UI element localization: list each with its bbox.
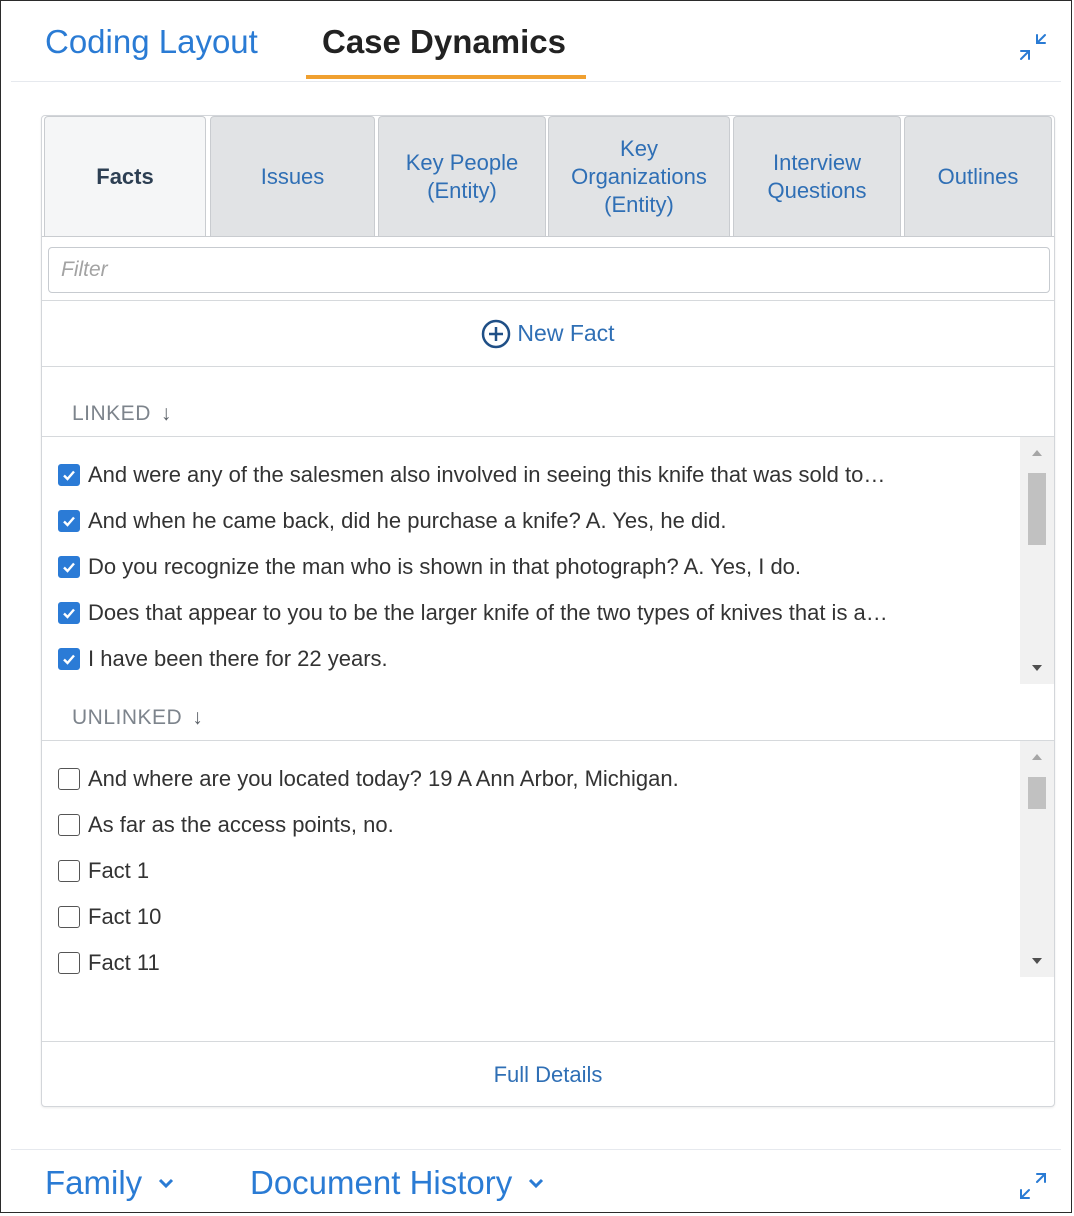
chevron-down-icon: [529, 1178, 544, 1189]
list-item[interactable]: I have been there for 22 years.: [58, 639, 388, 679]
checkbox[interactable]: [58, 464, 80, 486]
case-dynamics-window: Coding Layout Case Dynamics Facts Issues…: [0, 0, 1072, 1213]
list-item[interactable]: And where are you located today? 19 A An…: [58, 759, 679, 799]
checkbox[interactable]: [58, 510, 80, 532]
check-icon: [63, 608, 75, 619]
new-fact-button[interactable]: New Fact: [42, 301, 1054, 366]
collapse-icon[interactable]: [1017, 31, 1049, 63]
scroll-down-icon[interactable]: [1020, 654, 1054, 684]
unlinked-label: UNLINKED: [72, 706, 183, 729]
family-dropdown[interactable]: Family: [45, 1164, 174, 1202]
filter-input[interactable]: [48, 247, 1050, 293]
subtab-key-people[interactable]: Key People (Entity): [378, 116, 546, 236]
checkbox[interactable]: [58, 860, 80, 882]
subtab-interview-questions[interactable]: Interview Questions: [733, 116, 901, 236]
expand-icon[interactable]: [1017, 1170, 1049, 1202]
fact-text: Do you recognize the man who is shown in…: [88, 554, 802, 579]
document-history-dropdown[interactable]: Document History: [250, 1164, 544, 1202]
active-tab-underline: [306, 75, 586, 79]
tab-case-dynamics[interactable]: Case Dynamics: [322, 23, 566, 61]
fact-text: Fact 11: [88, 950, 160, 975]
scroll-thumb[interactable]: [1028, 473, 1046, 545]
check-icon: [63, 562, 75, 573]
fact-text: I have been there for 22 years.: [88, 646, 388, 671]
facts-panel: Facts Issues Key People (Entity) Key Org…: [41, 115, 1055, 1107]
checkbox[interactable]: [58, 556, 80, 578]
fact-text: And when he came back, did he purchase a…: [88, 508, 727, 533]
fact-text: Does that appear to you to be the larger…: [88, 600, 888, 625]
fact-text: Fact 1: [88, 858, 150, 883]
linked-header[interactable]: LINKED ↓: [72, 402, 172, 426]
unlinked-scrollbar[interactable]: [1020, 741, 1054, 977]
unlinked-header[interactable]: UNLINKED ↓: [72, 706, 203, 730]
list-item[interactable]: And were any of the salesmen also involv…: [58, 455, 885, 495]
document-history-label: Document History: [250, 1164, 513, 1201]
list-item[interactable]: Do you recognize the man who is shown in…: [58, 547, 801, 587]
arrow-down-icon: ↓: [192, 706, 204, 729]
subtab-issues[interactable]: Issues: [210, 116, 375, 236]
divider: [42, 366, 1054, 367]
arrow-down-icon: ↓: [160, 402, 172, 425]
list-item[interactable]: As far as the access points, no.: [58, 805, 394, 845]
list-item[interactable]: Fact 1: [58, 851, 149, 891]
check-icon: [63, 516, 75, 527]
top-tab-bar: Coding Layout Case Dynamics: [11, 1, 1061, 82]
linked-label: LINKED: [72, 402, 151, 425]
checkbox[interactable]: [58, 906, 80, 928]
fact-text: And where are you located today? 19 A An…: [88, 766, 679, 791]
fact-text: And were any of the salesmen also involv…: [88, 462, 886, 487]
full-details-button[interactable]: Full Details: [42, 1042, 1054, 1107]
unlinked-list: And where are you located today? 19 A An…: [42, 741, 1054, 977]
scroll-up-icon[interactable]: [1020, 437, 1054, 467]
family-label: Family: [45, 1164, 143, 1201]
scroll-thumb[interactable]: [1028, 777, 1046, 809]
checkbox[interactable]: [58, 952, 80, 974]
checkbox[interactable]: [58, 814, 80, 836]
scroll-up-icon[interactable]: [1020, 741, 1054, 771]
tab-divider: [42, 236, 1054, 237]
checkbox[interactable]: [58, 602, 80, 624]
subtab-facts[interactable]: Facts: [44, 116, 206, 236]
list-item[interactable]: And when he came back, did he purchase a…: [58, 501, 726, 541]
check-icon: [63, 470, 75, 481]
list-item[interactable]: Does that appear to you to be the larger…: [58, 593, 888, 633]
subtab-outlines[interactable]: Outlines: [904, 116, 1052, 236]
linked-scrollbar[interactable]: [1020, 437, 1054, 684]
scroll-down-icon[interactable]: [1020, 947, 1054, 977]
fact-text: As far as the access points, no.: [88, 812, 394, 837]
checkbox[interactable]: [58, 648, 80, 670]
fact-text: Fact 10: [88, 904, 162, 929]
subtab-key-organizations[interactable]: Key Organizations (Entity): [548, 116, 730, 236]
bottom-tab-bar: Family Document History: [11, 1149, 1061, 1216]
linked-list: And were any of the salesmen also involv…: [42, 437, 1054, 684]
list-item[interactable]: Fact 10: [58, 897, 161, 937]
chevron-down-icon: [159, 1178, 174, 1189]
plus-circle-icon: [482, 319, 511, 348]
check-icon: [63, 654, 75, 665]
new-fact-label: New Fact: [517, 320, 615, 346]
list-item[interactable]: Fact 11: [58, 943, 160, 977]
tab-coding-layout[interactable]: Coding Layout: [45, 23, 258, 61]
checkbox[interactable]: [58, 768, 80, 790]
